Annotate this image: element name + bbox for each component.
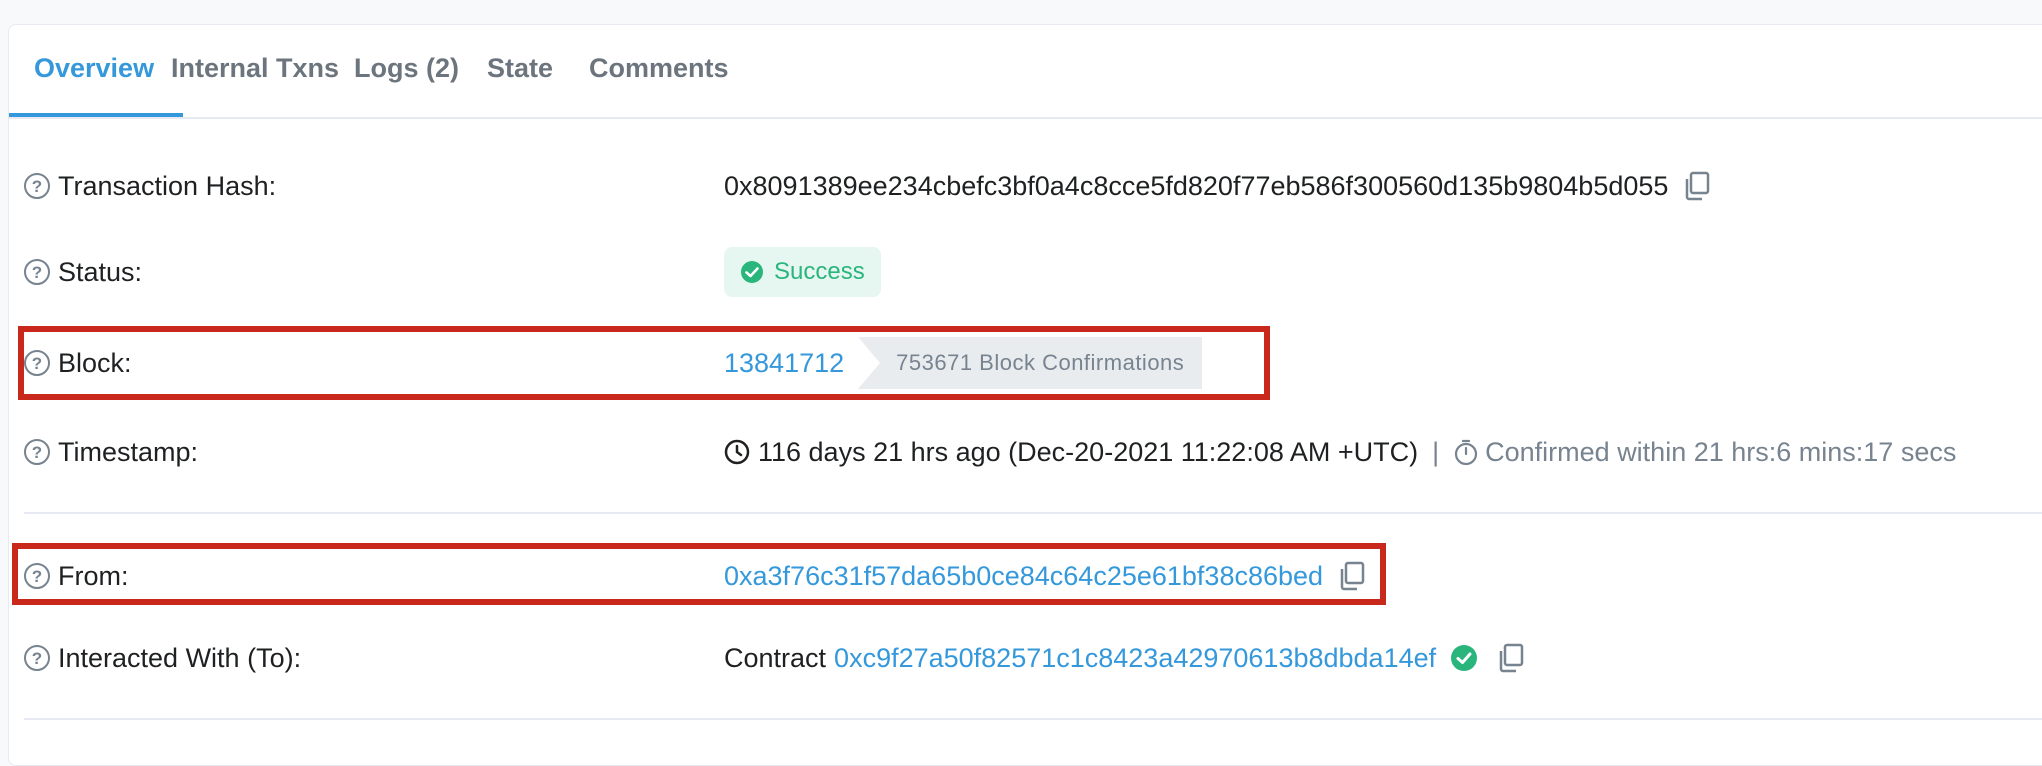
block-label-group: ? Block: xyxy=(24,337,132,389)
status-label: Status: xyxy=(58,256,143,287)
check-circle-icon xyxy=(741,261,763,283)
transaction-hash-value: 0x8091389ee234cbefc3bf0a4c8cce5fd820f77e… xyxy=(724,170,1669,201)
from-address-link[interactable]: 0xa3f76c31f57da65b0ce84c64c25e61bf38c86b… xyxy=(724,561,1323,592)
transaction-hash-label-group: ? Transaction Hash: xyxy=(24,168,276,204)
timestamp-label-group: ? Timestamp: xyxy=(24,434,198,470)
interacted-with-label: Interacted With (To): xyxy=(58,642,302,673)
block-number-link[interactable]: 13841712 xyxy=(724,348,844,379)
from-value-group: 0xa3f76c31f57da65b0ce84c64c25e61bf38c86b… xyxy=(724,558,1365,594)
copy-icon[interactable] xyxy=(1684,171,1710,201)
from-label: From: xyxy=(58,560,129,591)
verified-check-icon xyxy=(1451,645,1478,671)
status-label-group: ? Status: xyxy=(24,247,142,297)
block-row: ? Block: 13841712 753671 Block Confirmat… xyxy=(24,337,2042,389)
question-circle-icon[interactable]: ? xyxy=(24,173,50,199)
copy-icon[interactable] xyxy=(1498,643,1524,673)
status-row: ? Status: Success xyxy=(24,247,2042,297)
block-label: Block: xyxy=(58,347,132,378)
interacted-with-value-group: Contract 0xc9f27a50f82571c1c8423a4297061… xyxy=(724,640,1524,676)
interacted-with-label-group: ? Interacted With (To): xyxy=(24,640,301,676)
question-circle-icon[interactable]: ? xyxy=(24,563,50,589)
tab-comments[interactable]: Comments xyxy=(589,53,729,84)
stopwatch-icon xyxy=(1455,439,1478,466)
from-row: ? From: 0xa3f76c31f57da65b0ce84c64c25e61… xyxy=(24,558,2042,594)
confirmed-within-text: Confirmed within 21 hrs:6 mins:17 secs xyxy=(1485,436,1957,467)
question-circle-icon[interactable]: ? xyxy=(24,439,50,465)
contract-address-link[interactable]: 0xc9f27a50f82571c1c8423a42970613b8dbda14… xyxy=(834,643,1436,674)
transaction-hash-row: ? Transaction Hash: 0x8091389ee234cbefc3… xyxy=(24,168,2042,204)
question-circle-icon[interactable]: ? xyxy=(24,259,50,285)
interacted-with-row: ? Interacted With (To): Contract 0xc9f27… xyxy=(24,640,2042,676)
transaction-hash-value-group: 0x8091389ee234cbefc3bf0a4c8cce5fd820f77e… xyxy=(724,168,1710,204)
timestamp-label: Timestamp: xyxy=(58,436,199,467)
tab-state[interactable]: State xyxy=(487,53,553,84)
timestamp-value-group: 116 days 21 hrs ago (Dec-20-2021 11:22:0… xyxy=(724,434,1956,470)
section-divider xyxy=(24,512,2042,514)
tab-overview[interactable]: Overview xyxy=(34,53,154,84)
from-label-group: ? From: xyxy=(24,558,129,594)
block-value-group: 13841712 753671 Block Confirmations xyxy=(724,337,1203,389)
contract-prefix: Contract xyxy=(724,642,827,673)
status-badge: Success xyxy=(724,247,881,297)
timestamp-separator: | xyxy=(1432,436,1440,467)
block-confirmations-badge: 753671 Block Confirmations xyxy=(858,337,1203,389)
timestamp-ago: 116 days 21 hrs ago (Dec-20-2021 11:22:0… xyxy=(758,436,1419,467)
tab-internal-txns[interactable]: Internal Txns xyxy=(171,53,339,84)
copy-icon[interactable] xyxy=(1339,561,1365,591)
question-circle-icon[interactable]: ? xyxy=(24,645,50,671)
status-value-group: Success xyxy=(724,247,881,297)
transaction-hash-label: Transaction Hash: xyxy=(58,170,277,201)
tab-logs[interactable]: Logs (2) xyxy=(354,53,459,84)
status-text: Success xyxy=(774,258,865,285)
active-tab-indicator xyxy=(9,113,183,117)
section-divider xyxy=(24,718,2042,720)
timestamp-row: ? Timestamp: 116 days 21 hrs ago (Dec-20… xyxy=(24,434,2042,470)
question-circle-icon[interactable]: ? xyxy=(24,350,50,376)
clock-icon xyxy=(724,439,750,465)
tab-bar: Overview Internal Txns Logs (2) State Co… xyxy=(9,25,2042,119)
